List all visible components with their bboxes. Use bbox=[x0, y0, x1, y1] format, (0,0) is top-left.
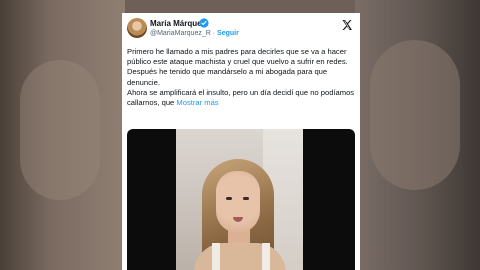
person-face bbox=[216, 171, 260, 233]
author-name[interactable]: María Márquez bbox=[150, 19, 206, 28]
video-frame[interactable] bbox=[176, 129, 303, 270]
avatar[interactable] bbox=[127, 18, 147, 38]
tweet-paragraph-1: Primero he llamado a mis padres para dec… bbox=[127, 47, 348, 87]
handle-line: @MariaMarquez_R · Seguir bbox=[150, 30, 239, 37]
person-mouth bbox=[233, 217, 243, 222]
person-eye bbox=[243, 197, 249, 200]
person-shirt bbox=[194, 243, 286, 270]
person-eye bbox=[226, 197, 232, 200]
follow-button[interactable]: Seguir bbox=[217, 30, 239, 37]
tweet-header: María Márquez @MariaMarquez_R · Seguir bbox=[122, 13, 360, 43]
background-shape bbox=[370, 40, 460, 190]
show-more-link[interactable]: Mostrar más bbox=[176, 98, 218, 107]
author-handle[interactable]: @MariaMarquez_R bbox=[150, 30, 211, 37]
x-logo-icon[interactable] bbox=[341, 19, 353, 31]
person-strap bbox=[262, 243, 270, 270]
tweet-card: María Márquez @MariaMarquez_R · Seguir P… bbox=[122, 13, 360, 270]
video-media[interactable] bbox=[127, 129, 355, 270]
background-shape bbox=[20, 60, 100, 200]
tweet-paragraph-2-text: Ahora se amplificará el insulto, pero un… bbox=[127, 87, 355, 108]
tweet-text: Primero he llamado a mis padres para dec… bbox=[127, 47, 357, 108]
tweet-paragraph-2: Ahora se amplificará el insulto, pero un… bbox=[127, 88, 357, 108]
separator: · bbox=[212, 30, 216, 37]
verified-badge-icon bbox=[199, 18, 209, 28]
person-strap bbox=[212, 243, 220, 270]
